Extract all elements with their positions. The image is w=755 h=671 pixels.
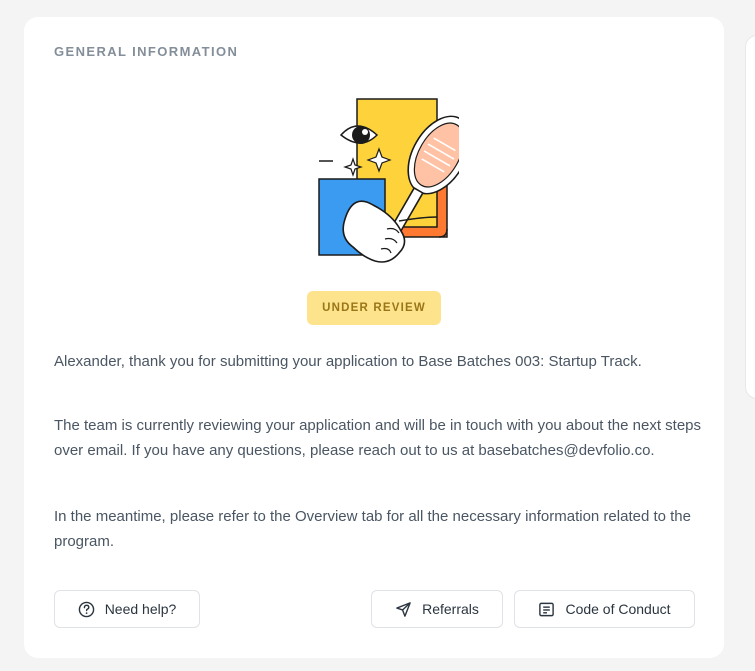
referrals-button[interactable]: Referrals xyxy=(371,590,503,628)
section-title: GENERAL INFORMATION xyxy=(54,44,239,59)
code-of-conduct-button[interactable]: Code of Conduct xyxy=(514,590,695,628)
referrals-label: Referrals xyxy=(422,601,479,617)
review-paragraph: The team is currently reviewing your app… xyxy=(54,417,702,459)
general-information-card: GENERAL INFORMATION UNDER REVIEW Alexand… xyxy=(24,17,724,658)
paper-plane-icon xyxy=(395,601,412,618)
code-of-conduct-label: Code of Conduct xyxy=(565,601,671,617)
status-badge: UNDER REVIEW xyxy=(307,291,441,325)
meantime-paragraph: In the meantime, please refer to the Ove… xyxy=(54,508,691,550)
thanks-paragraph: Alexander, thank you for submitting your… xyxy=(54,353,642,370)
need-help-label: Need help? xyxy=(104,601,177,617)
magnifier-documents-icon xyxy=(318,98,471,263)
document-lines-icon xyxy=(538,601,555,618)
adjacent-card xyxy=(745,35,755,399)
question-circle-icon xyxy=(78,601,95,618)
need-help-button[interactable]: Need help? xyxy=(54,590,200,628)
review-illustration xyxy=(289,95,471,270)
